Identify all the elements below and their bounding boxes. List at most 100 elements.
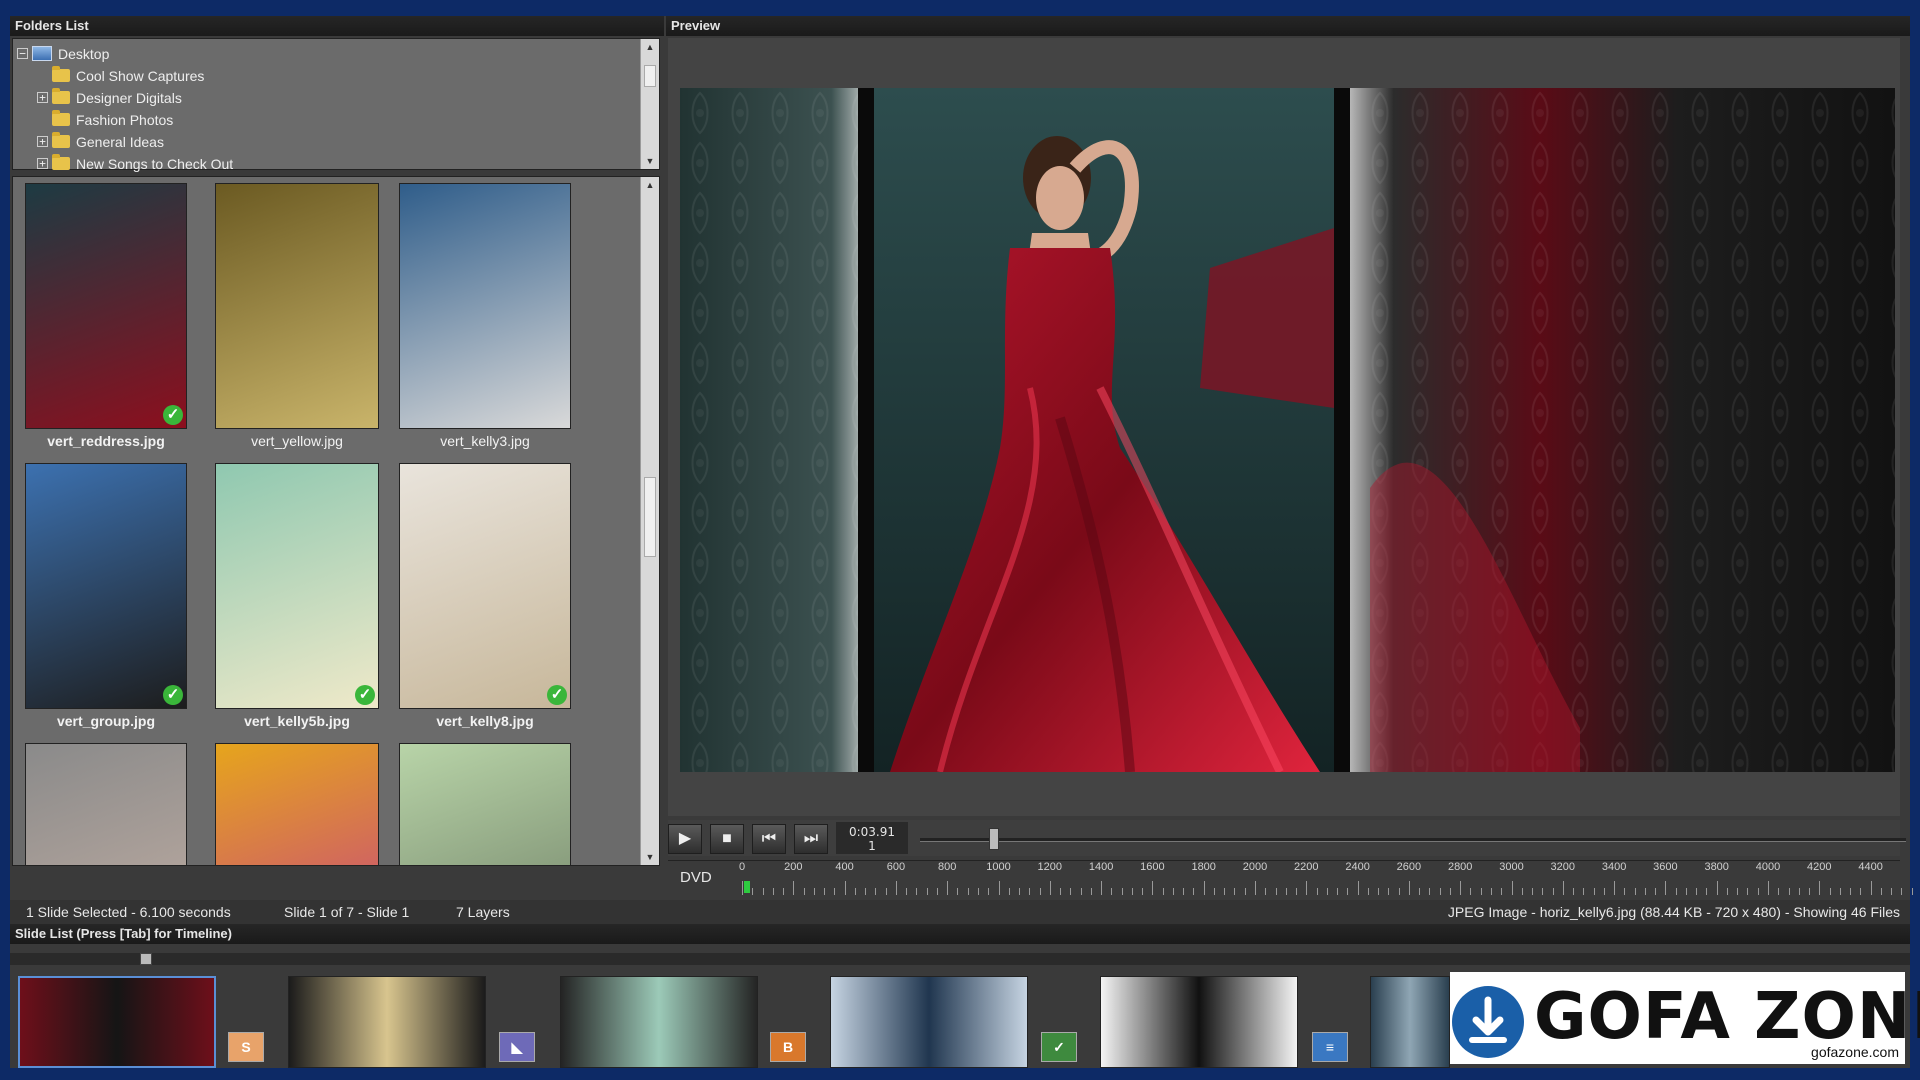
ruler-tick bbox=[1542, 888, 1544, 895]
slide-list-header: Slide List (Press [Tab] for Timeline) bbox=[10, 924, 1910, 944]
expand-icon[interactable]: + bbox=[37, 92, 48, 103]
scroll-up-icon[interactable]: ▲ bbox=[641, 177, 659, 193]
ruler-tick bbox=[967, 888, 969, 895]
thumbnail-item[interactable] bbox=[399, 743, 571, 865]
ruler-tick bbox=[1593, 888, 1595, 895]
transition-icon[interactable]: ✓ bbox=[1041, 1032, 1077, 1062]
slide-thumbnail[interactable] bbox=[1370, 976, 1450, 1068]
preview-panel-header: Preview bbox=[666, 16, 1910, 36]
scroll-down-icon[interactable]: ▼ bbox=[641, 849, 659, 865]
output-format-label: DVD bbox=[680, 869, 712, 886]
scroll-thumb[interactable] bbox=[644, 65, 656, 87]
ruler-tick-label: 4400 bbox=[1858, 861, 1883, 873]
thumbnail-image bbox=[25, 183, 187, 429]
slide-thumbnail[interactable] bbox=[830, 976, 1028, 1068]
folder-tree-item[interactable]: + Designer Digitals bbox=[37, 87, 182, 108]
ruler-tick-label: 3600 bbox=[1653, 861, 1678, 873]
ruler-tick bbox=[1367, 888, 1369, 895]
ruler-tick bbox=[1398, 888, 1400, 895]
thumbnail-item[interactable] bbox=[215, 743, 379, 865]
thumbnail-item[interactable]: vert_reddress.jpg ✓ bbox=[25, 183, 187, 453]
playback-slider[interactable] bbox=[920, 838, 1906, 842]
thumbnail-label: vert_yellow.jpg bbox=[251, 433, 343, 449]
ruler-tick-label: 3000 bbox=[1499, 861, 1524, 873]
stop-button[interactable]: ■ bbox=[710, 824, 744, 854]
ruler-tick bbox=[1501, 888, 1503, 895]
collapse-icon[interactable]: − bbox=[17, 48, 28, 59]
preview-stage[interactable] bbox=[680, 88, 1895, 772]
ruler-tick bbox=[1152, 881, 1154, 895]
thumbnail-item[interactable]: vert_yellow.jpg bbox=[215, 183, 379, 453]
ruler-tick bbox=[1696, 888, 1698, 895]
ruler-tick bbox=[1470, 888, 1472, 895]
slide-thumbnail[interactable] bbox=[288, 976, 486, 1068]
folder-label: Fashion Photos bbox=[76, 111, 174, 128]
ruler-tick-label: 800 bbox=[938, 861, 957, 873]
thumbnail-scrollbar[interactable]: ▲ ▼ bbox=[640, 177, 659, 865]
ruler-position-marker[interactable] bbox=[744, 881, 750, 893]
slide-list-scroll-thumb[interactable] bbox=[140, 953, 152, 965]
timeline-ruler[interactable]: DVD 0 200 400 600 800 1000 1200 1400 1600 1800 200… bbox=[668, 860, 1913, 897]
ruler-tick bbox=[1060, 888, 1062, 895]
ruler-tick bbox=[1603, 888, 1605, 895]
ruler-tick bbox=[1090, 888, 1092, 895]
ruler-tick bbox=[1029, 888, 1031, 895]
playback-slider-thumb[interactable] bbox=[989, 828, 1000, 850]
ruler-tick bbox=[1337, 888, 1339, 895]
transition-icon[interactable]: ≡ bbox=[1312, 1032, 1348, 1062]
ruler-tick bbox=[1357, 881, 1359, 895]
transition-icon[interactable]: S bbox=[228, 1032, 264, 1062]
ruler-tick bbox=[1439, 888, 1441, 895]
folder-icon bbox=[52, 154, 70, 170]
folder-tree-item[interactable]: − Desktop bbox=[17, 43, 109, 64]
ruler-tick bbox=[1203, 881, 1205, 895]
ruler-tick bbox=[1614, 881, 1616, 895]
ruler-tick bbox=[1275, 888, 1277, 895]
slide-thumbnail[interactable] bbox=[1100, 976, 1298, 1068]
scroll-up-icon[interactable]: ▲ bbox=[641, 39, 659, 55]
ruler-tick-label: 200 bbox=[784, 861, 803, 873]
folder-tree-scrollbar[interactable]: ▲ ▼ bbox=[640, 39, 659, 169]
thumbnail-image bbox=[215, 743, 379, 865]
ruler-tick bbox=[1265, 888, 1267, 895]
slide-list-scrollbar[interactable] bbox=[10, 953, 1910, 965]
status-bar: 1 Slide Selected - 6.100 seconds Slide 1… bbox=[10, 900, 1910, 924]
expand-icon[interactable]: + bbox=[37, 136, 48, 147]
next-slide-button[interactable]: ⏭ bbox=[794, 824, 828, 854]
ruler-tick bbox=[1480, 888, 1482, 895]
slide-thumbnail[interactable] bbox=[560, 976, 758, 1068]
ruler-tick bbox=[1224, 888, 1226, 895]
ruler-tick-label: 3200 bbox=[1550, 861, 1576, 873]
gofazone-watermark: GOFA ZONE gofazone.com bbox=[1450, 972, 1920, 1064]
thumbnail-item[interactable] bbox=[25, 743, 187, 865]
ruler-tick-label: 2000 bbox=[1242, 861, 1268, 873]
ruler-tick bbox=[1655, 888, 1657, 895]
expand-icon[interactable]: + bbox=[37, 158, 48, 169]
transition-icon[interactable]: B bbox=[770, 1032, 806, 1062]
ruler-tick bbox=[824, 888, 826, 895]
previous-slide-button[interactable]: ⏮ bbox=[752, 824, 786, 854]
thumbnail-item[interactable]: vert_kelly3.jpg bbox=[399, 183, 571, 453]
ruler-tick bbox=[1521, 888, 1523, 895]
slide-thumbnail[interactable] bbox=[18, 976, 216, 1068]
check-icon: ✓ bbox=[163, 405, 183, 425]
folder-tree-item[interactable]: + General Ideas bbox=[37, 131, 164, 152]
ruler-tick bbox=[1511, 881, 1513, 895]
ruler-tick bbox=[1111, 888, 1113, 895]
folder-tree-item[interactable]: Cool Show Captures bbox=[37, 65, 204, 86]
thumbnail-item[interactable]: vert_group.jpg ✓ bbox=[25, 463, 187, 733]
ruler-tick bbox=[1911, 888, 1913, 895]
thumbnail-image bbox=[215, 463, 379, 709]
folder-label: New Songs to Check Out bbox=[76, 155, 234, 172]
thumbnail-item[interactable]: vert_kelly8.jpg ✓ bbox=[399, 463, 571, 733]
thumbnail-image bbox=[399, 743, 571, 865]
transition-icon[interactable]: ◣ bbox=[499, 1032, 535, 1062]
folder-tree-item[interactable]: Fashion Photos bbox=[37, 109, 173, 130]
folder-tree[interactable]: − Desktop Cool Show Captures + Designer Digi… bbox=[12, 38, 660, 172]
thumbnail-item[interactable]: vert_kelly5b.jpg ✓ bbox=[215, 463, 379, 733]
play-button[interactable]: ▶ bbox=[668, 824, 702, 854]
ruler-tick bbox=[1870, 881, 1872, 895]
scroll-thumb[interactable] bbox=[644, 477, 656, 557]
scroll-down-icon[interactable]: ▼ bbox=[641, 153, 659, 169]
folder-tree-item[interactable]: + New Songs to Check Out bbox=[37, 153, 233, 174]
